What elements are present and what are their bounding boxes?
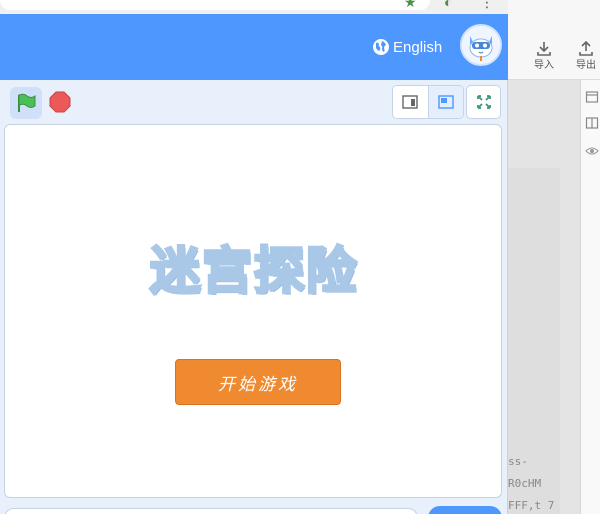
background-toolbar: 导入 导出 [508,0,600,80]
background-right-panel [580,80,600,514]
player-toolbar [0,80,508,124]
language-label: English [393,38,443,56]
browser-toolbar: ★ ◐ ⋮ [0,0,508,14]
split-view-icon[interactable] [585,116,599,130]
large-stage-button[interactable] [427,86,463,118]
export-label: 导出 [576,60,596,71]
code-line: R0cHM [508,477,542,490]
robot-cat-avatar-icon [462,26,500,64]
small-stage-icon [402,95,419,109]
bottom-input[interactable] [4,508,418,514]
export-button[interactable]: 导出 [566,40,600,72]
stop-sign-icon [49,91,71,113]
scratch-player-popup: English 迷宫探险 开始游戏 [0,14,508,514]
fullscreen-button[interactable] [466,85,501,119]
stage-size-toggle [392,85,464,119]
download-icon [537,42,551,56]
stop-button[interactable] [48,90,72,114]
large-stage-icon [438,95,454,109]
bottom-bar [0,506,508,514]
game-stage[interactable]: 迷宫探险 开始游戏 [4,124,502,498]
panel-icon[interactable] [585,90,599,104]
language-selector[interactable]: English [372,36,442,58]
start-game-button[interactable]: 开始游戏 [175,359,341,405]
popup-header: English [0,14,508,80]
globe-icon [373,39,389,55]
upload-icon [579,40,593,56]
code-line: FFF,t 7 [508,499,555,512]
import-button[interactable]: 导入 [524,40,564,72]
eye-icon[interactable] [585,144,599,158]
import-label: 导入 [534,60,554,71]
bottom-action-button[interactable] [428,506,502,514]
green-flag-button[interactable] [10,87,42,119]
fullscreen-icon [476,95,491,109]
code-line: ss- [508,455,528,468]
green-flag-icon [18,93,36,112]
game-title: 迷宫探险 [149,241,358,302]
address-bar[interactable] [0,0,430,10]
user-avatar[interactable] [460,24,502,66]
small-stage-button[interactable] [393,86,428,118]
extension-icon[interactable]: ◐ [444,0,452,10]
bookmark-star-icon[interactable]: ★ [404,0,417,11]
screen: 导入 导出 ss- R0cHM FFF,t 7 ★ ◐ ⋮ English 迷宫… [0,0,600,514]
more-icon[interactable]: ⋮ [480,0,494,11]
